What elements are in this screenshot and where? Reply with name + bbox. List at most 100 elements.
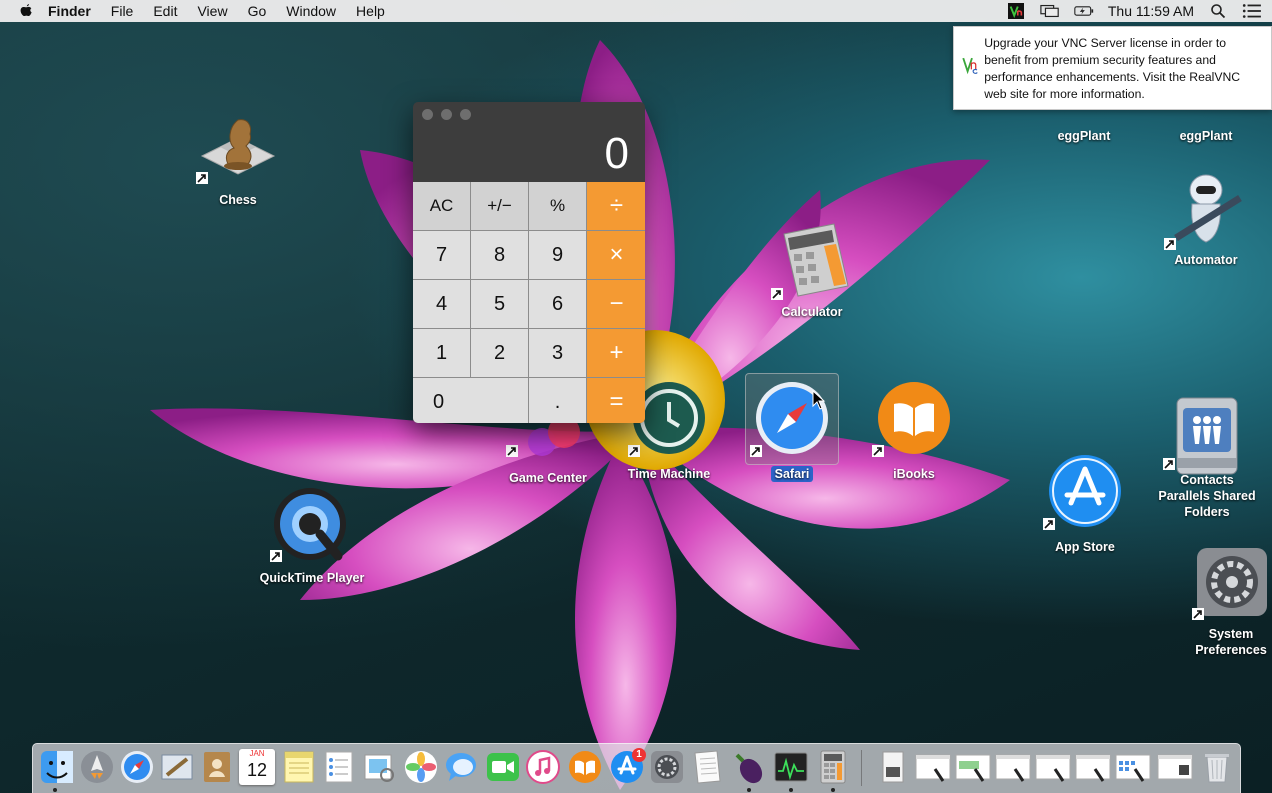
desktop-icon-automator[interactable]: Automator (1164, 168, 1248, 268)
display-mirroring-icon[interactable] (1040, 3, 1060, 19)
key-plus-minus[interactable]: +/− (471, 182, 528, 230)
desktop-icon-parallels-shared-folders[interactable]: Contacts Parallels Shared Folders (1152, 394, 1262, 520)
close-button[interactable] (422, 108, 433, 120)
desktop-icon-label: Game Center (509, 471, 587, 485)
key-9[interactable]: 9 (529, 231, 586, 279)
key-3[interactable]: 3 (529, 329, 586, 377)
system-preferences-icon[interactable] (649, 749, 685, 785)
launchpad-icon[interactable] (79, 749, 115, 785)
trash-icon[interactable] (1199, 749, 1235, 785)
key-4[interactable]: 4 (413, 280, 470, 328)
key-percent[interactable]: % (529, 182, 586, 230)
menu-file[interactable]: File (111, 3, 134, 19)
key-0[interactable]: 0 (413, 378, 528, 423)
minimize-button[interactable] (441, 108, 452, 120)
menubar-clock[interactable]: Thu 11:59 AM (1108, 3, 1194, 19)
menu-go[interactable]: Go (248, 3, 267, 19)
running-indicator (831, 788, 835, 792)
desktop-icon-label: Contacts Parallels Shared Folders (1158, 473, 1256, 519)
alias-arrow-icon (872, 445, 884, 457)
activity-monitor-icon[interactable] (773, 749, 809, 785)
desktop-icon-label: iBooks (893, 467, 935, 481)
desktop-icon-chess[interactable]: Chess (196, 112, 280, 208)
reminders-icon[interactable] (321, 749, 357, 785)
key-decimal[interactable]: . (529, 378, 586, 423)
menu-app-name[interactable]: Finder (48, 3, 91, 19)
photos-icon[interactable] (403, 749, 439, 785)
notes-icon[interactable] (281, 749, 317, 785)
minimized-window-icon[interactable] (995, 749, 1031, 785)
desktop-icon-calculator[interactable]: Calculator (770, 220, 854, 320)
minimized-window-icon[interactable] (1157, 749, 1193, 785)
desktop-icon-quicktime-player[interactable]: QuickTime Player (254, 486, 370, 586)
menu-window[interactable]: Window (286, 3, 336, 19)
desktop-icon-eggplant-2[interactable]: eggPlant (1172, 124, 1240, 144)
minimized-window-icon[interactable] (1075, 749, 1111, 785)
safari-icon[interactable] (119, 749, 155, 785)
finder-icon[interactable] (39, 749, 75, 785)
desktop-icon-eggplant-1[interactable]: eggPlant (1050, 124, 1118, 144)
notification-center-icon[interactable] (1242, 3, 1262, 19)
shared-folder-drive-icon (1176, 397, 1238, 475)
app-store-badge: 1 (632, 748, 646, 762)
key-all-clear[interactable]: AC (413, 182, 470, 230)
key-7[interactable]: 7 (413, 231, 470, 279)
alias-arrow-icon (506, 445, 518, 457)
document-stack-icon[interactable] (875, 749, 911, 785)
textedit-icon[interactable] (689, 749, 725, 785)
menu-edit[interactable]: Edit (153, 3, 177, 19)
menu-help[interactable]: Help (356, 3, 385, 19)
minimized-window-icon[interactable] (1035, 749, 1071, 785)
calculator-titlebar[interactable] (413, 102, 645, 126)
automator-icon (1174, 174, 1242, 243)
menu-bar: Finder File Edit View Go Window Help Thu… (0, 0, 1272, 22)
eggplant-icon[interactable] (731, 749, 767, 785)
minimized-window-icon[interactable] (1115, 749, 1151, 785)
running-indicator (53, 788, 57, 792)
quicktime-icon (274, 488, 346, 561)
zoom-button[interactable] (460, 108, 471, 120)
key-1[interactable]: 1 (413, 329, 470, 377)
spotlight-search-icon[interactable] (1208, 3, 1228, 19)
desktop-icon-system-preferences[interactable]: System Preferences (1190, 546, 1272, 658)
vnc-icon[interactable] (1006, 3, 1026, 19)
key-6[interactable]: 6 (529, 280, 586, 328)
desktop[interactable]: Finder File Edit View Go Window Help Thu… (0, 0, 1272, 793)
preview-icon[interactable] (361, 749, 397, 785)
status-area: Thu 11:59 AM (1006, 0, 1262, 22)
contacts-icon[interactable] (199, 749, 235, 785)
calculator-window[interactable]: 0 AC +/− % ÷ 7 8 9 × 4 5 6 − 1 2 3 + 0 .… (413, 102, 645, 423)
menu-view[interactable]: View (197, 3, 227, 19)
alias-arrow-icon (1164, 238, 1176, 250)
facetime-icon[interactable] (485, 749, 521, 785)
vnc-license-notice[interactable]: Upgrade your VNC Server license in order… (953, 26, 1272, 110)
app-store-icon (1049, 455, 1121, 527)
mail-icon[interactable] (159, 749, 195, 785)
ibooks-icon[interactable] (567, 749, 603, 785)
key-8[interactable]: 8 (471, 231, 528, 279)
calculator-icon[interactable] (815, 749, 851, 785)
key-5[interactable]: 5 (471, 280, 528, 328)
calculator-icon (783, 223, 849, 297)
calendar-icon[interactable]: JAN 12 (239, 749, 275, 785)
minimized-window-icon[interactable] (955, 749, 991, 785)
key-multiply[interactable]: × (587, 231, 645, 279)
apple-menu-icon[interactable] (18, 3, 34, 19)
ibooks-icon (878, 382, 950, 454)
key-add[interactable]: + (587, 329, 645, 377)
itunes-icon[interactable] (525, 749, 561, 785)
desktop-icon-ibooks[interactable]: iBooks (872, 380, 956, 482)
key-equals[interactable]: = (587, 378, 645, 423)
desktop-icon-label: Calculator (781, 305, 843, 319)
key-subtract[interactable]: − (587, 280, 645, 328)
realvnc-logo (962, 57, 978, 75)
key-2[interactable]: 2 (471, 329, 528, 377)
system-preferences-icon (1197, 548, 1267, 616)
minimized-window-icon[interactable] (915, 749, 951, 785)
battery-charging-icon[interactable] (1074, 3, 1094, 19)
messages-icon[interactable] (443, 749, 479, 785)
desktop-icon-app-store[interactable]: App Store (1043, 453, 1127, 555)
alias-arrow-icon (196, 172, 208, 184)
key-divide[interactable]: ÷ (587, 182, 645, 230)
desktop-icon-label: Safari (770, 466, 814, 482)
